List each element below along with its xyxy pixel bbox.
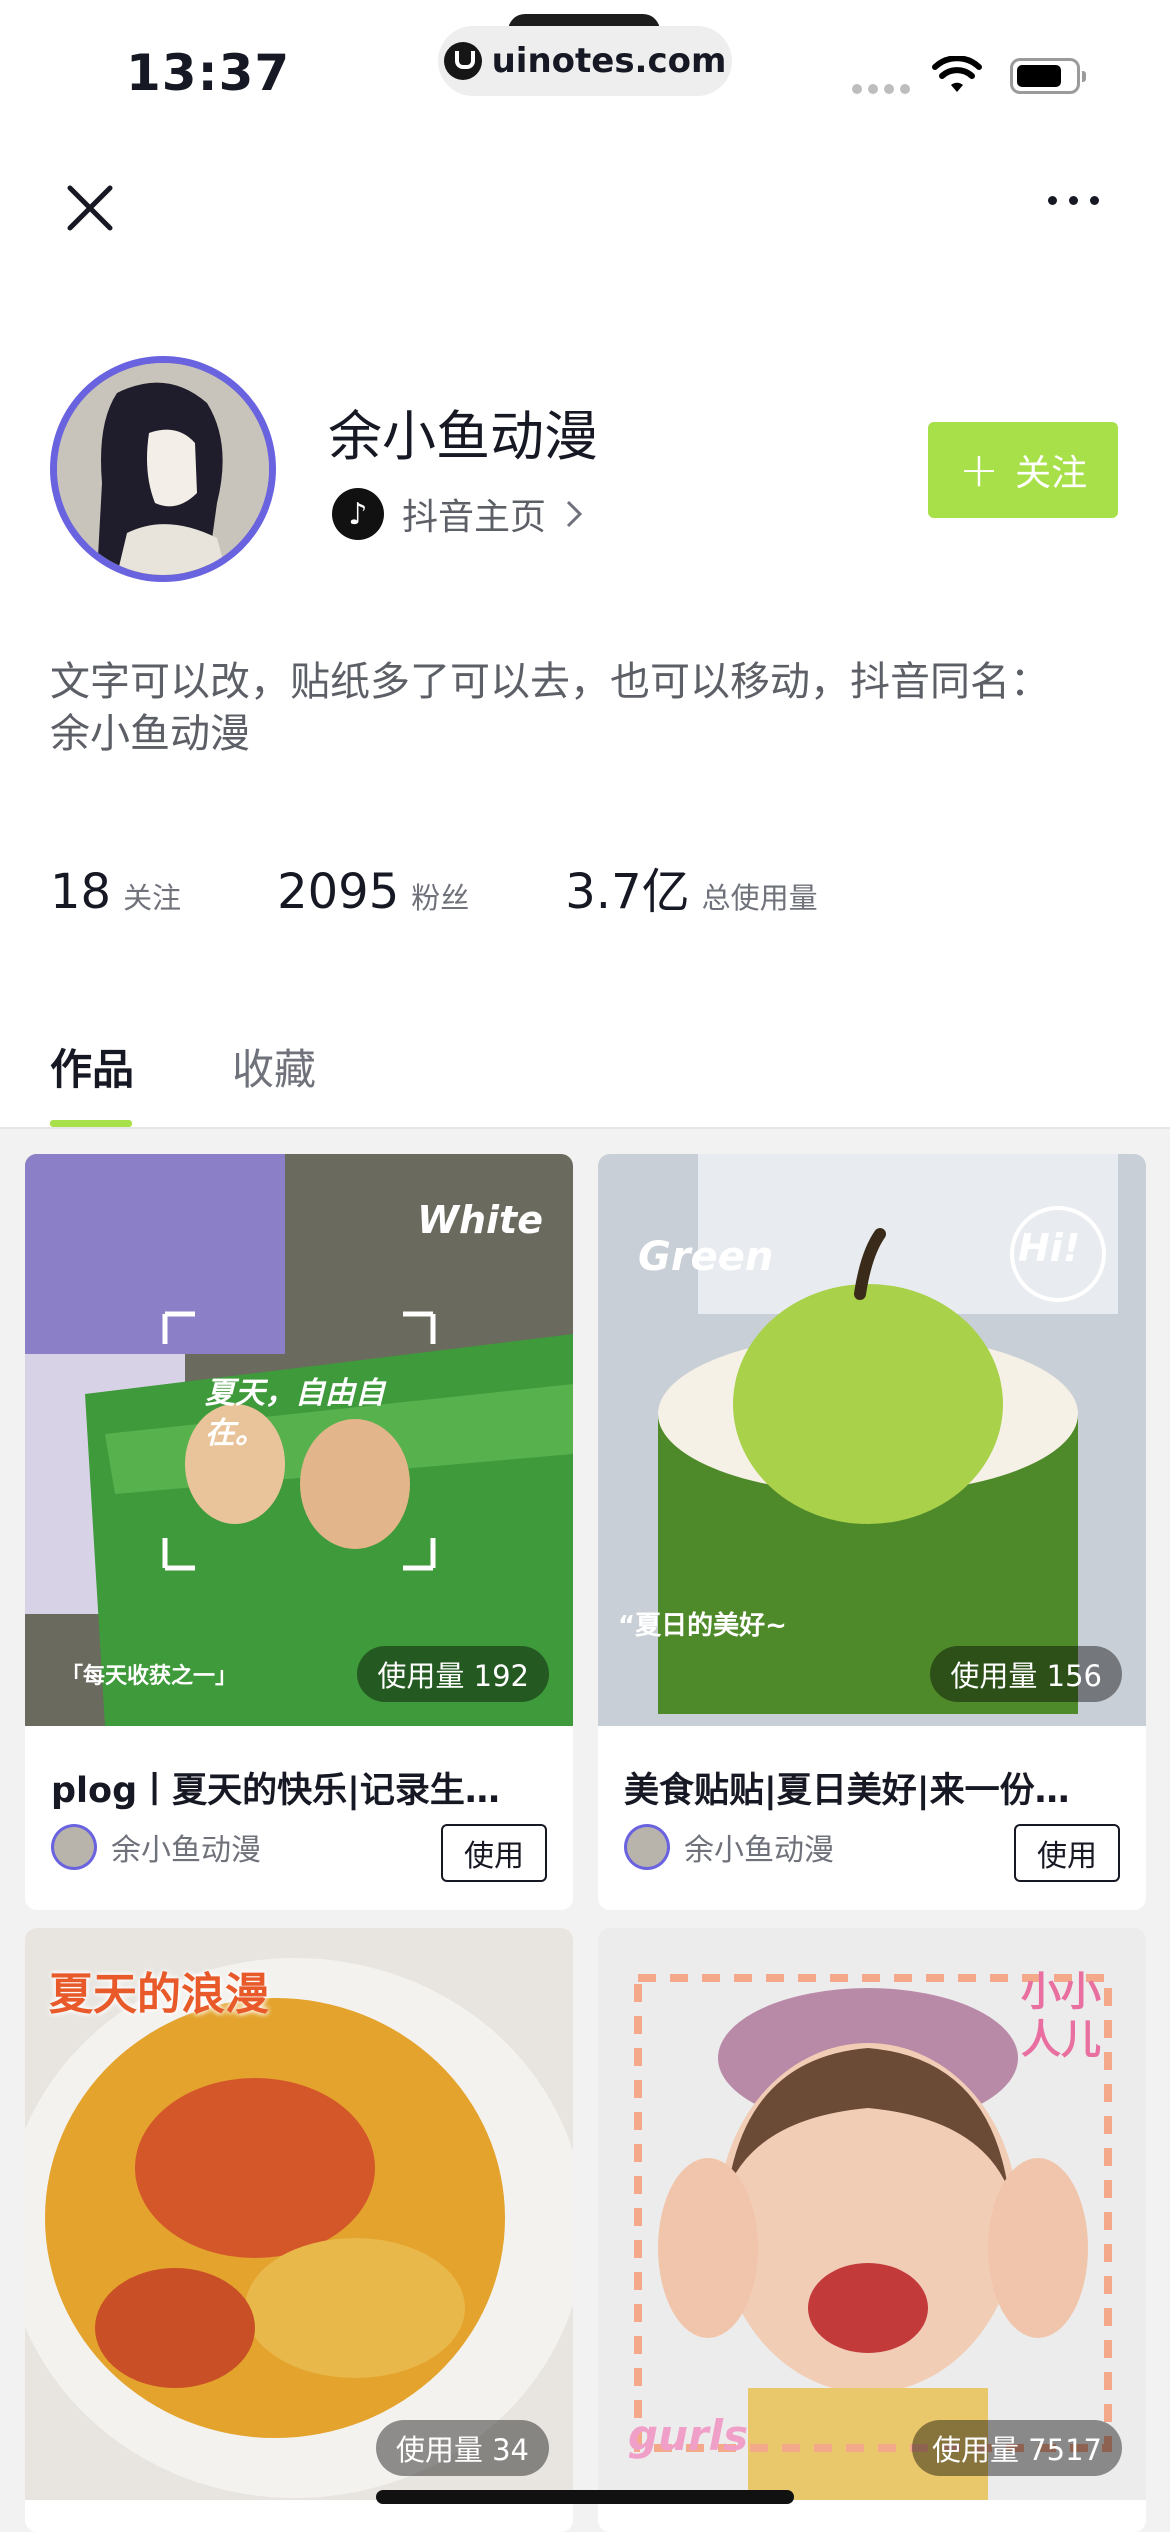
sticker-text: White: [417, 1198, 543, 1242]
avatar: [624, 1824, 670, 1870]
template-card[interactable]: Green Hi! “夏日的美好~ 使用量 156 美食贴贴|夏日美好|来一份……: [598, 1154, 1146, 1910]
sticker-text: Green: [638, 1234, 774, 1280]
stat-label: 总使用量: [701, 881, 818, 915]
active-tab-indicator: [50, 1120, 132, 1127]
sticker-text: Hi!: [1018, 1226, 1081, 1270]
stat-label: 关注: [123, 881, 182, 915]
template-card[interactable]: 夏天的浪漫 使用量 34: [25, 1928, 573, 2532]
wifi-icon: [932, 56, 982, 92]
profile-stats: 18 关注 2095 粉丝 3.7亿 总使用量: [50, 852, 914, 922]
stat-value: 2095: [277, 864, 400, 920]
author-name: 余小鱼动漫: [684, 1833, 834, 1868]
stat-followers[interactable]: 2095 粉丝: [277, 864, 469, 920]
template-thumbnail[interactable]: 夏天的浪漫 使用量 34: [25, 1928, 573, 2500]
usage-count-badge: 使用量 192: [357, 1646, 549, 1702]
card-title: 美食贴贴|夏日美好|来一份…: [624, 1771, 1070, 1811]
sticker-text: 夏天，自由自在。: [205, 1376, 385, 1451]
sticker-text: gurls: [628, 2411, 749, 2460]
tiktok-logo-icon: ♪: [332, 488, 384, 540]
avatar[interactable]: [50, 356, 276, 582]
stat-following[interactable]: 18 关注: [50, 864, 181, 920]
template-thumbnail[interactable]: Green Hi! “夏日的美好~ 使用量 156: [598, 1154, 1146, 1726]
chevron-right-icon: [566, 500, 583, 528]
card-author[interactable]: 余小鱼动漫: [51, 1824, 261, 1870]
sticker-text: “夏日的美好~: [618, 1611, 787, 1641]
close-icon[interactable]: [62, 180, 118, 236]
status-time: 13:37: [126, 44, 291, 102]
template-thumbnail[interactable]: 小小人儿 gurls 使用量 7517: [598, 1928, 1146, 2500]
url-pill[interactable]: uinotes.com: [438, 26, 732, 96]
avatar-illustration: [57, 363, 269, 575]
stat-total-usage: 3.7亿 总使用量: [565, 852, 817, 922]
divider: [0, 1127, 1170, 1129]
stat-value: 18: [50, 864, 112, 920]
battery-icon: [1010, 58, 1086, 94]
follow-label: 关注: [1015, 453, 1088, 494]
cellular-signal-icon: [852, 84, 910, 94]
author-name: 余小鱼动漫: [111, 1833, 261, 1868]
avatar: [51, 1824, 97, 1870]
tab-favorites[interactable]: 收藏: [232, 1036, 316, 1097]
sticker-text: 小小人儿: [1021, 1969, 1101, 2063]
usage-count-badge: 使用量 156: [930, 1646, 1122, 1702]
usage-count-badge: 使用量 7517: [911, 2420, 1122, 2476]
url-text: uinotes.com: [491, 41, 727, 81]
stat-label: 粉丝: [411, 881, 470, 915]
site-logo-icon: [443, 42, 482, 80]
use-template-button[interactable]: 使用: [1014, 1824, 1120, 1882]
plus-icon: +: [958, 442, 1000, 498]
more-options-icon[interactable]: [1048, 196, 1099, 205]
card-title: plog丨夏天的快乐|记录生…: [51, 1771, 500, 1811]
template-card[interactable]: White 夏天，自由自在。 「每天收获之一」 使用量 192 plog丨夏天的…: [25, 1154, 573, 1910]
profile-bio: 文字可以改，贴纸多了可以去，也可以移动，抖音同名：余小鱼动漫: [50, 659, 1050, 757]
home-indicator: [376, 2490, 794, 2504]
tab-works[interactable]: 作品: [50, 1036, 134, 1097]
usage-count-badge: 使用量 34: [375, 2420, 549, 2476]
sticker-text: 夏天的浪漫: [49, 1969, 269, 2020]
sticker-text: 「每天收获之一」: [61, 1664, 238, 1689]
follow-button[interactable]: + 关注: [928, 422, 1118, 518]
profile-name: 余小鱼动漫: [328, 405, 598, 468]
card-author[interactable]: 余小鱼动漫: [624, 1824, 834, 1870]
stat-value: 3.7亿: [565, 864, 690, 920]
douyin-link-label: 抖音主页: [402, 497, 547, 538]
template-card[interactable]: 小小人儿 gurls 使用量 7517: [598, 1928, 1146, 2532]
template-thumbnail[interactable]: White 夏天，自由自在。 「每天收获之一」 使用量 192: [25, 1154, 573, 1726]
douyin-homepage-link[interactable]: ♪ 抖音主页: [332, 488, 584, 540]
use-template-button[interactable]: 使用: [441, 1824, 547, 1882]
